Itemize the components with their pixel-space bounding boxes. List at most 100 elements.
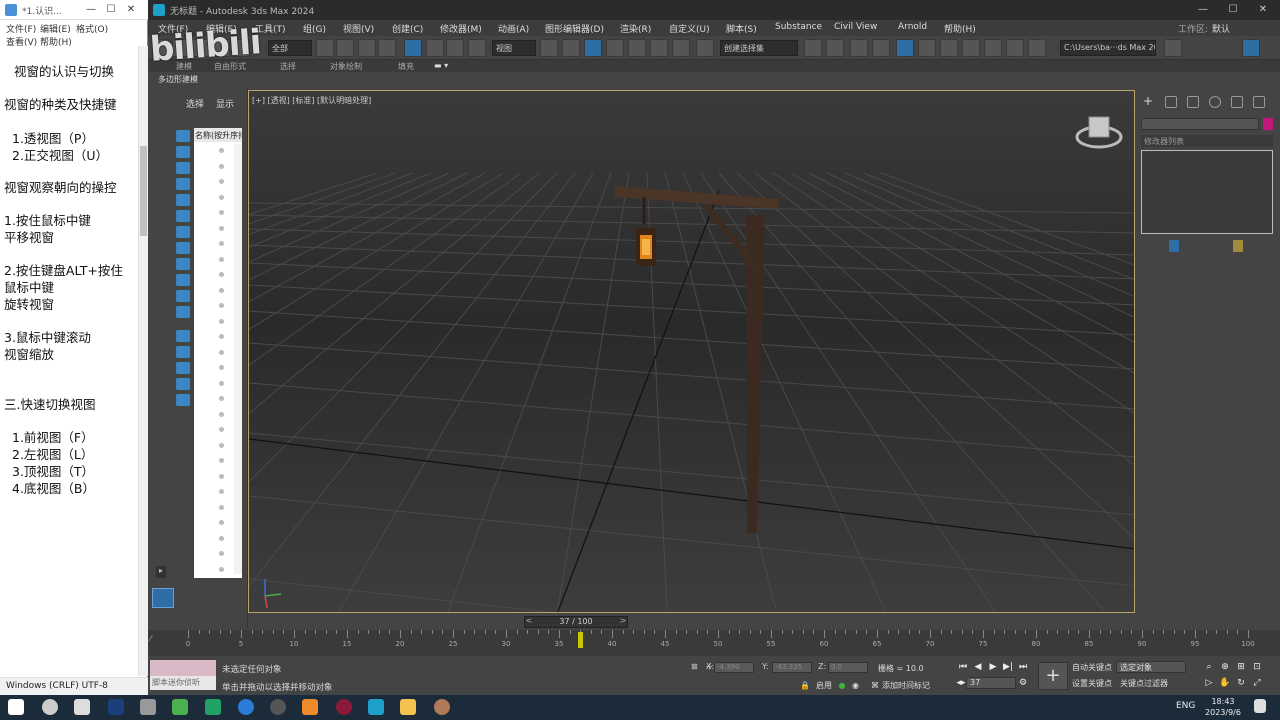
material-editor-icon[interactable] [940, 39, 958, 57]
explorer-visibility-dot[interactable] [219, 566, 224, 572]
curve-editor-icon[interactable] [896, 39, 914, 57]
menu-scripting[interactable]: 脚本(S) [726, 22, 757, 35]
utilities-tab-icon[interactable] [1253, 96, 1265, 108]
key-filters-button[interactable]: 关键点过滤器 [1118, 678, 1170, 690]
explorer-filter-icon[interactable] [176, 330, 190, 342]
menu-civil-view[interactable]: Civil View [834, 22, 877, 32]
select-place-icon[interactable] [468, 39, 486, 57]
keyboard-shortcut-icon[interactable] [584, 39, 602, 57]
explorer-scrollbar[interactable] [234, 144, 242, 574]
explorer-visibility-dot[interactable] [219, 272, 224, 277]
explorer-visibility-dot[interactable] [219, 520, 224, 525]
explorer-visibility-dot[interactable] [219, 349, 224, 355]
explorer-visibility-dot[interactable] [219, 334, 224, 339]
explorer-tab-display[interactable]: 显示 [216, 97, 234, 110]
zoom-extents-all-icon[interactable]: ⊡ [1250, 661, 1264, 673]
go-to-end-icon[interactable]: ⏭ [1016, 661, 1030, 673]
close-icon[interactable]: ✕ [1254, 2, 1272, 18]
task-view-icon[interactable] [74, 699, 90, 715]
menu-arnold[interactable]: Arnold [898, 22, 927, 32]
explorer-visibility-dot[interactable] [219, 380, 224, 386]
explorer-visibility-dot[interactable] [219, 179, 224, 184]
y-coordinate-field[interactable]: -43.335 [772, 662, 812, 673]
pan-icon[interactable]: ✋ [1218, 677, 1232, 689]
app-icon[interactable] [302, 699, 318, 715]
align-icon[interactable] [826, 39, 844, 57]
auto-key-button[interactable]: 自动关键点 [1070, 662, 1114, 674]
menu-edit[interactable]: 编辑(E) [40, 22, 71, 35]
edge-icon[interactable] [238, 699, 254, 715]
polygon-modeling-label[interactable]: 多边形建模 [158, 74, 198, 85]
mirror-icon[interactable] [804, 39, 822, 57]
notepad-text-area[interactable]: 视窗的认识与切换 视窗的种类及快捷键 1.透视图（P） 2.正交视图（U） 视窗… [0, 46, 138, 676]
explorer-visibility-dot[interactable] [219, 225, 224, 231]
explorer-visibility-dot[interactable] [219, 163, 224, 169]
configure-sets-icon[interactable] [1233, 240, 1243, 252]
hierarchy-tab-icon[interactable] [1187, 96, 1199, 108]
named-selection-dropdown[interactable]: 创建选择集 [720, 40, 798, 56]
notification-icon[interactable] [1254, 699, 1266, 713]
set-key-button[interactable]: 设置关键点 [1070, 678, 1114, 690]
explorer-filter-icon[interactable] [176, 362, 190, 374]
menu-rendering[interactable]: 渲染(R) [620, 22, 651, 35]
add-time-tag[interactable]: ⌘ 添加时间标记 [871, 680, 930, 691]
explorer-filter-icon[interactable] [176, 306, 190, 318]
explorer-name-column[interactable]: 名称(按升序排 [194, 128, 242, 142]
snaps-toggle-icon[interactable] [606, 39, 624, 57]
menu-file[interactable]: 文件(F) [6, 22, 36, 35]
x-coordinate-field[interactable]: -4.390 [714, 662, 754, 673]
explorer-visibility-dot[interactable] [219, 427, 224, 432]
object-color-swatch[interactable] [1263, 118, 1273, 130]
search-icon[interactable] [42, 699, 58, 715]
create-tab-icon[interactable]: + [1143, 95, 1155, 108]
explorer-visibility-dot[interactable] [219, 365, 224, 370]
rect-selection-icon[interactable] [358, 39, 376, 57]
obs-icon[interactable] [270, 699, 286, 715]
explorer-visibility-dot[interactable] [219, 148, 224, 153]
select-rotate-icon[interactable] [426, 39, 444, 57]
next-frame-icon[interactable]: > [618, 616, 628, 628]
explorer-filter-icon[interactable] [176, 146, 190, 158]
isolate-icon[interactable]: ⊠ [691, 662, 698, 671]
pin-stack-icon[interactable] [1169, 240, 1179, 252]
next-frame-icon[interactable]: ▶| [1001, 661, 1015, 673]
ref-coord-dropdown[interactable]: 视图 [492, 40, 536, 56]
maxscript-listener-field[interactable] [150, 660, 216, 676]
explorer-visibility-dot[interactable] [219, 194, 224, 200]
render-production-icon[interactable] [1006, 39, 1024, 57]
app-icon[interactable] [336, 699, 352, 715]
menu-modifiers[interactable]: 修改器(M) [440, 22, 482, 35]
modifier-stack[interactable] [1141, 150, 1273, 234]
explorer-visibility-dot[interactable] [219, 473, 224, 479]
explorer-visibility-dot[interactable] [219, 241, 224, 246]
current-frame-field[interactable]: 37 [966, 677, 1016, 689]
render-setup-icon[interactable] [962, 39, 980, 57]
explorer-filter-icon[interactable] [176, 210, 190, 222]
explorer-visibility-dot[interactable] [219, 535, 224, 541]
time-config-icon[interactable]: ⚙ [1016, 677, 1030, 689]
explorer-filter-icon[interactable] [176, 274, 190, 286]
explorer-visibility-dot[interactable] [219, 458, 224, 463]
current-frame-marker[interactable] [578, 632, 584, 648]
explorer-visibility-dot[interactable] [219, 551, 224, 556]
menu-help[interactable]: 帮助(H) [944, 22, 976, 35]
lock-icon[interactable]: 🔒 [800, 681, 810, 690]
notepad-scrollbar[interactable] [138, 46, 148, 676]
project-path-field[interactable]: C:\Users\ba···ds Max 2024 [1060, 40, 1156, 56]
percent-snap-icon[interactable] [650, 39, 668, 57]
rendered-frame-icon[interactable] [984, 39, 1002, 57]
z-coordinate-field[interactable]: 0.0 [828, 662, 868, 673]
select-move-icon[interactable] [404, 39, 422, 57]
explorer-filter-icon[interactable] [176, 258, 190, 270]
display-tab-icon[interactable] [1231, 96, 1243, 108]
app-icon[interactable] [434, 699, 450, 715]
explorer-filter-icon[interactable] [176, 178, 190, 190]
explorer-filter-icon[interactable] [176, 194, 190, 206]
zoom-icon[interactable]: ⌕ [1202, 661, 1216, 673]
explorer-tab-select[interactable]: 选择 [186, 97, 204, 110]
workspace-dropdown[interactable]: 默认 [1212, 22, 1230, 35]
explorer-visibility-dot[interactable] [219, 287, 224, 293]
explorer-filter-icon[interactable] [176, 226, 190, 238]
motion-tab-icon[interactable] [1209, 96, 1221, 108]
go-to-start-icon[interactable]: ⏮ [956, 661, 970, 673]
